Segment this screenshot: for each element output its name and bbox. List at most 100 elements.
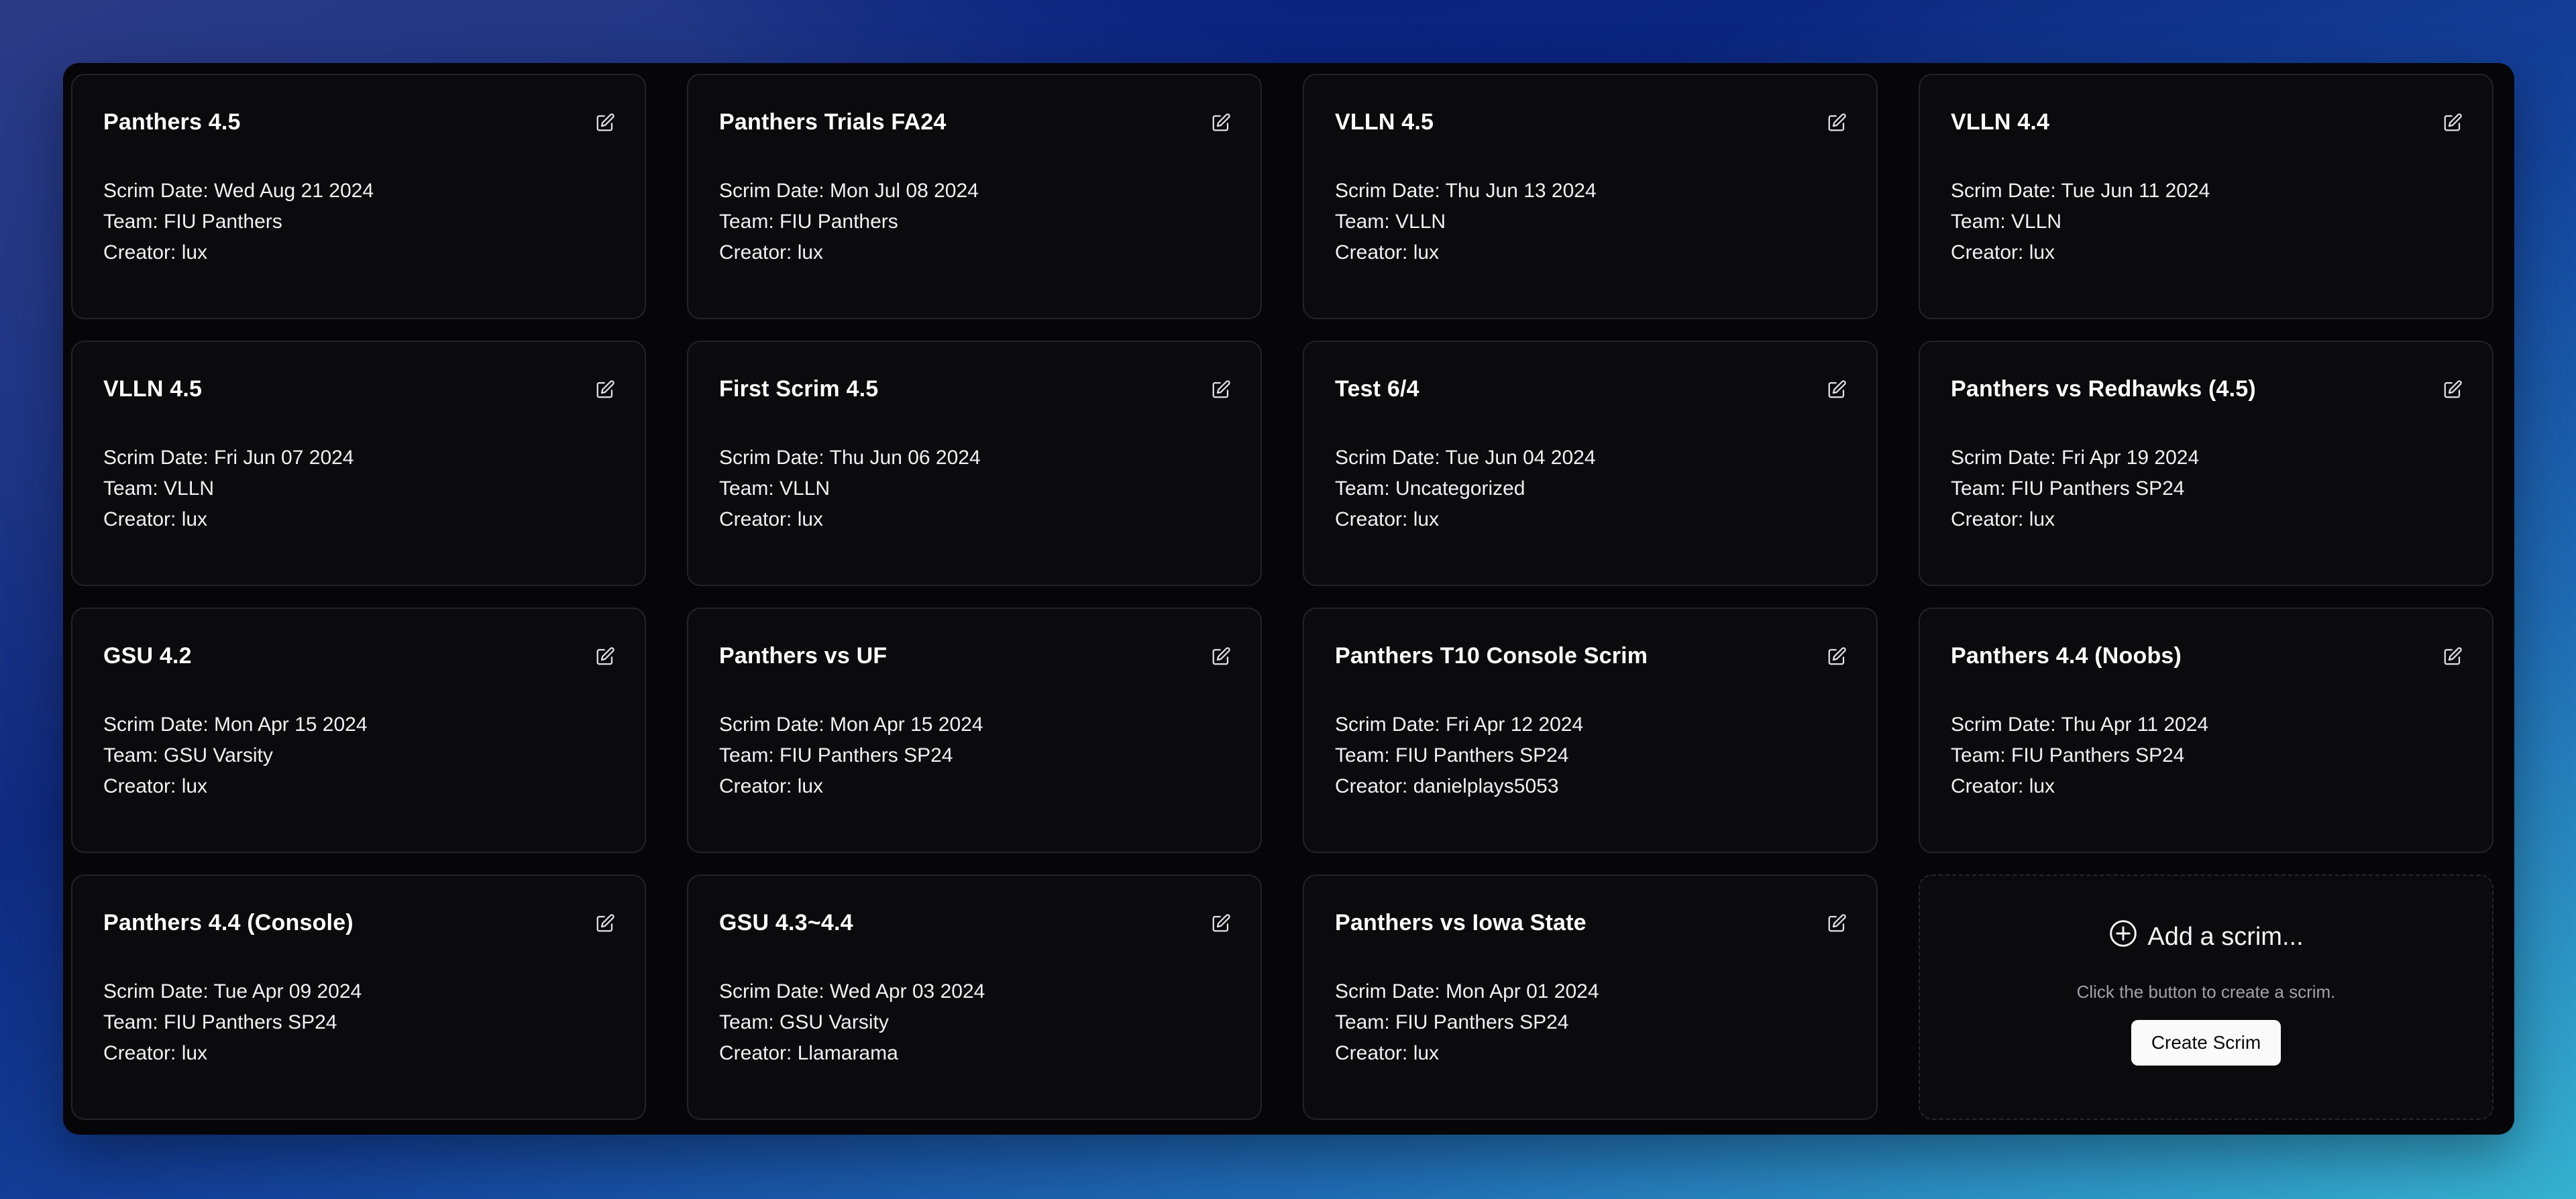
scrim-team: Team: FIU Panthers SP24	[1335, 744, 1569, 766]
edit-icon	[1827, 113, 1847, 136]
scrim-date: Scrim Date: Tue Apr 09 2024	[103, 980, 362, 1003]
scrim-creator: Creator: lux	[719, 775, 824, 797]
scrim-card[interactable]: Panthers vs Iowa State Scrim Date: Mon A…	[1303, 874, 1878, 1120]
scrim-card[interactable]: Panthers vs Redhawks (4.5) Scrim Date: F…	[1919, 341, 2493, 586]
scrim-title: Panthers Trials FA24	[719, 109, 947, 135]
edit-icon	[1827, 646, 1847, 670]
scrim-card[interactable]: First Scrim 4.5 Scrim Date: Thu Jun 06 2…	[687, 341, 1262, 586]
scrim-card[interactable]: GSU 4.2 Scrim Date: Mon Apr 15 2024 Team…	[71, 608, 646, 853]
scrim-creator: Creator: Llamarama	[719, 1042, 898, 1064]
scrim-team: Team: FIU Panthers	[719, 211, 898, 233]
scrim-title: Panthers vs Redhawks (4.5)	[1951, 376, 2256, 402]
edit-scrim-button[interactable]	[595, 380, 615, 403]
scrim-date: Scrim Date: Thu Jun 06 2024	[719, 447, 981, 469]
add-scrim-title: Add a scrim...	[2147, 922, 2304, 951]
scrim-team: Team: VLLN	[1335, 211, 1446, 233]
scrim-card[interactable]: GSU 4.3~4.4 Scrim Date: Wed Apr 03 2024 …	[687, 874, 1262, 1120]
scrim-team: Team: FIU Panthers SP24	[719, 744, 953, 766]
scrim-team: Team: VLLN	[103, 477, 215, 500]
scrim-team: Team: GSU Varsity	[103, 744, 273, 766]
edit-icon	[1211, 380, 1231, 403]
scrim-card[interactable]: Panthers 4.4 (Console) Scrim Date: Tue A…	[71, 874, 646, 1120]
scrim-creator: Creator: lux	[103, 508, 208, 530]
edit-scrim-button[interactable]	[595, 913, 615, 937]
scrim-title: Panthers 4.5	[103, 109, 241, 135]
scrim-creator: Creator: lux	[103, 241, 208, 264]
scrim-creator: Creator: lux	[103, 1042, 208, 1064]
scrim-title: Test 6/4	[1335, 376, 1419, 402]
edit-scrim-button[interactable]	[1827, 646, 1847, 670]
scrim-card[interactable]: VLLN 4.4 Scrim Date: Tue Jun 11 2024 Tea…	[1919, 74, 2493, 319]
scrim-team: Team: FIU Panthers	[103, 211, 282, 233]
scrim-creator: Creator: lux	[1951, 775, 2055, 797]
scrim-creator: Creator: lux	[719, 241, 824, 264]
edit-icon	[595, 646, 615, 670]
scrim-date: Scrim Date: Wed Aug 21 2024	[103, 180, 374, 202]
scrim-card[interactable]: Panthers vs UF Scrim Date: Mon Apr 15 20…	[687, 608, 1262, 853]
edit-scrim-button[interactable]	[2443, 646, 2463, 670]
scrim-creator: Creator: lux	[1335, 241, 1440, 264]
edit-scrim-button[interactable]	[1827, 380, 1847, 403]
scrim-date: Scrim Date: Fri Apr 12 2024	[1335, 713, 1584, 736]
edit-icon	[595, 913, 615, 937]
edit-scrim-button[interactable]	[595, 646, 615, 670]
edit-scrim-button[interactable]	[1211, 913, 1231, 937]
edit-scrim-button[interactable]	[1211, 646, 1231, 668]
scrim-card[interactable]: Panthers 4.5 Scrim Date: Wed Aug 21 2024…	[71, 74, 646, 319]
edit-icon	[1211, 913, 1231, 937]
scrim-date: Scrim Date: Thu Jun 13 2024	[1335, 180, 1597, 202]
scrims-panel: Panthers 4.5 Scrim Date: Wed Aug 21 2024…	[63, 63, 2514, 1135]
scrim-card[interactable]: Panthers 4.4 (Noobs) Scrim Date: Thu Apr…	[1919, 608, 2493, 853]
plus-circle-icon	[2108, 919, 2138, 955]
edit-icon	[1211, 113, 1231, 136]
scrim-title: VLLN 4.5	[1335, 109, 1434, 135]
scrim-team: Team: GSU Varsity	[719, 1011, 889, 1033]
scrim-title: Panthers vs Iowa State	[1335, 910, 1587, 935]
scrim-team: Team: FIU Panthers SP24	[103, 1011, 337, 1033]
scrim-card[interactable]: Panthers Trials FA24 Scrim Date: Mon Jul…	[687, 74, 1262, 319]
scrim-creator: Creator: lux	[103, 775, 208, 797]
edit-icon	[1827, 380, 1847, 403]
edit-scrim-button[interactable]	[2443, 113, 2463, 136]
scrim-team: Team: FIU Panthers SP24	[1335, 1011, 1569, 1033]
add-scrim-card: Add a scrim... Click the button to creat…	[1919, 874, 2493, 1120]
scrim-card[interactable]: VLLN 4.5 Scrim Date: Fri Jun 07 2024 Tea…	[71, 341, 646, 586]
scrim-card[interactable]: VLLN 4.5 Scrim Date: Thu Jun 13 2024 Tea…	[1303, 74, 1878, 319]
scrim-title: Panthers vs UF	[719, 643, 888, 669]
scrim-title: Panthers 4.4 (Noobs)	[1951, 643, 2182, 669]
edit-icon	[2443, 380, 2463, 403]
edit-scrim-button[interactable]	[1211, 113, 1231, 136]
edit-icon	[595, 380, 615, 403]
scrim-date: Scrim Date: Mon Jul 08 2024	[719, 180, 979, 202]
create-scrim-button[interactable]: Create Scrim	[2131, 1020, 2282, 1066]
scrim-title: VLLN 4.4	[1951, 109, 2050, 135]
edit-icon	[2443, 646, 2463, 670]
edit-scrim-button[interactable]	[2443, 380, 2463, 403]
scrim-team: Team: VLLN	[719, 477, 830, 500]
edit-icon	[595, 113, 615, 136]
edit-scrim-button[interactable]	[1827, 913, 1847, 937]
scrim-date: Scrim Date: Mon Apr 15 2024	[103, 713, 368, 736]
scrim-date: Scrim Date: Mon Apr 01 2024	[1335, 980, 1599, 1003]
edit-icon	[2443, 113, 2463, 136]
edit-icon	[1827, 913, 1847, 937]
scrim-date: Scrim Date: Tue Jun 11 2024	[1951, 180, 2210, 202]
edit-scrim-button[interactable]	[1211, 380, 1231, 403]
scrim-title: VLLN 4.5	[103, 376, 203, 402]
scrim-card[interactable]: Test 6/4 Scrim Date: Tue Jun 04 2024 Tea…	[1303, 341, 1878, 586]
add-scrim-description: Click the button to create a scrim.	[2076, 982, 2336, 1002]
edit-scrim-button[interactable]	[1827, 113, 1847, 136]
scrim-team: Team: FIU Panthers SP24	[1951, 477, 2185, 500]
scrim-date: Scrim Date: Tue Jun 04 2024	[1335, 447, 1596, 469]
edit-scrim-button[interactable]	[595, 113, 615, 136]
scrim-card[interactable]: Panthers T10 Console Scrim Scrim Date: F…	[1303, 608, 1878, 853]
scrim-creator: Creator: lux	[1951, 508, 2055, 530]
add-scrim-heading[interactable]: Add a scrim...	[2108, 919, 2304, 955]
scrim-date: Scrim Date: Thu Apr 11 2024	[1951, 713, 2209, 736]
scrim-creator: Creator: lux	[1335, 1042, 1440, 1064]
scrim-date: Scrim Date: Fri Jun 07 2024	[103, 447, 354, 469]
scrim-creator: Creator: lux	[1335, 508, 1440, 530]
scrim-grid: Panthers 4.5 Scrim Date: Wed Aug 21 2024…	[71, 74, 2493, 1120]
scrim-title: Panthers 4.4 (Console)	[103, 910, 354, 935]
scrim-title: First Scrim 4.5	[719, 376, 879, 402]
